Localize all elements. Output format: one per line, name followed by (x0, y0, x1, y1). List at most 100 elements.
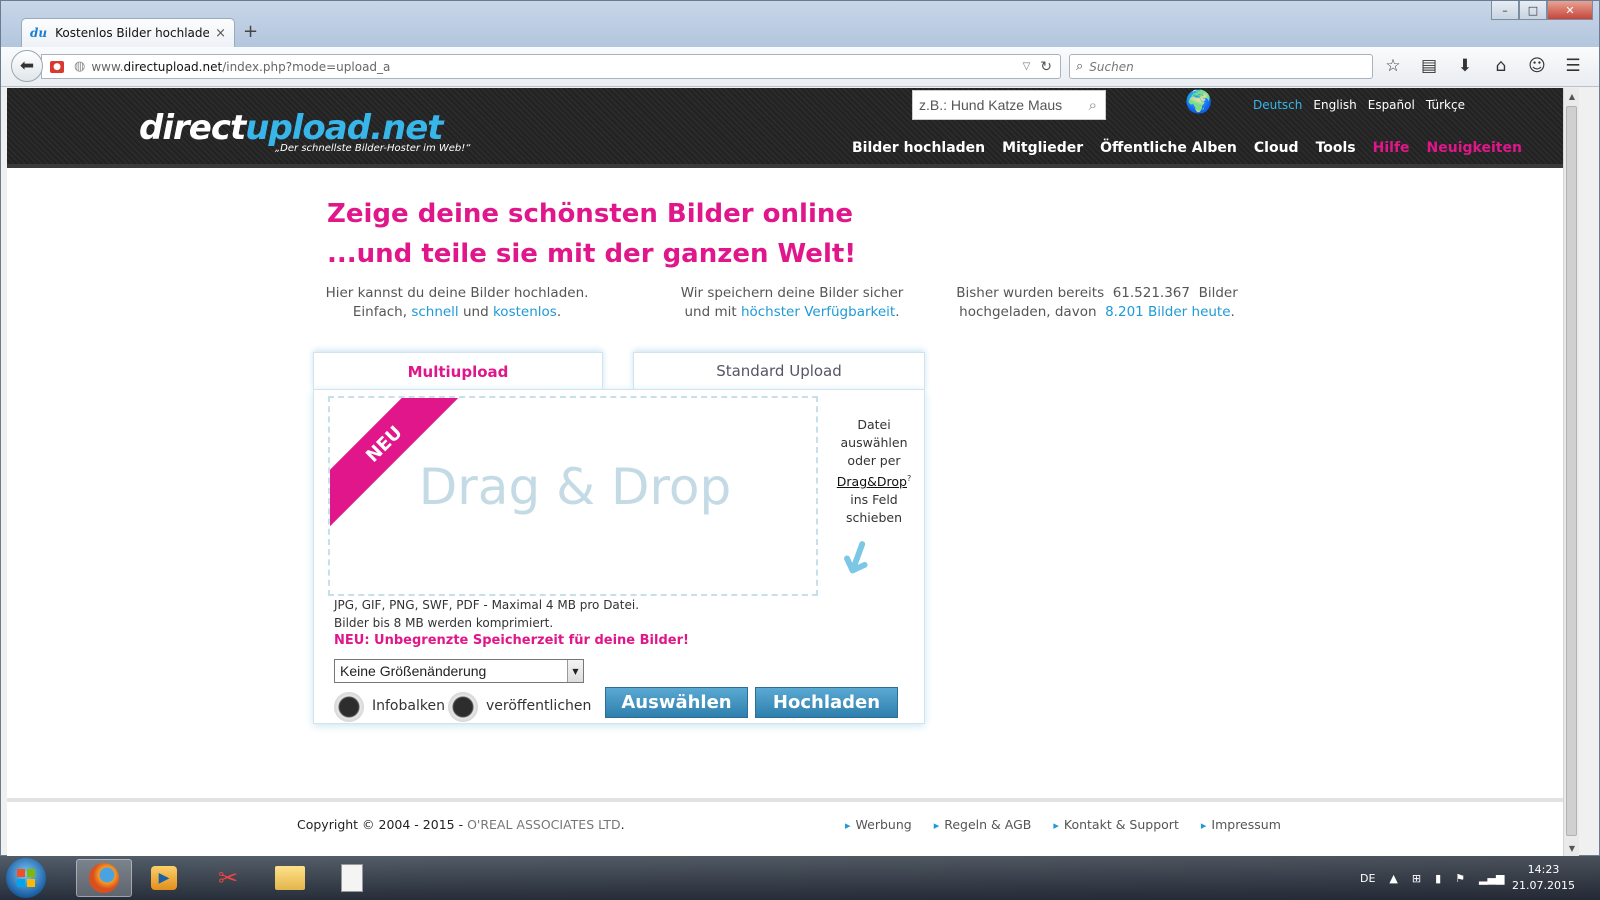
home-icon[interactable]: ⌂ (1491, 56, 1511, 76)
browser-search-input[interactable]: ⌕ Suchen (1069, 54, 1373, 79)
language-indicator[interactable]: DE (1360, 872, 1375, 885)
menu-icon[interactable]: ☰ (1563, 56, 1583, 76)
navigation-bar: ● ◍ www.directupload.net/index.php?mode=… (1, 47, 1599, 87)
taskbar-snipping-tool[interactable]: ✂ (200, 859, 256, 897)
browser-tab[interactable]: du Kostenlos Bilder hochladen... × (21, 18, 235, 47)
minimize-button[interactable]: – (1491, 1, 1519, 20)
site-logo[interactable]: directupload.net (139, 108, 444, 148)
arrow-left-icon: ⬅ (19, 56, 35, 76)
site-tagline: „Der schnellste Bilder-Hoster im Web!“ (275, 143, 471, 154)
nav-oeffentliche-alben[interactable]: Öffentliche Alben (1100, 140, 1237, 156)
lang-deutsch[interactable]: Deutsch (1253, 98, 1302, 112)
resize-select[interactable]: Keine Größenänderung ▼ (334, 659, 584, 683)
taskbar-document[interactable] (324, 859, 380, 897)
search-icon[interactable]: ⌕ (1089, 96, 1097, 114)
drag-drop-help-link[interactable]: Drag&Drop (837, 474, 907, 489)
format-info: JPG, GIF, PNG, SWF, PDF - Maximal 4 MB p… (334, 598, 640, 630)
footer-link-impressum[interactable]: Impressum (1201, 817, 1280, 832)
firefox-icon (89, 863, 119, 893)
taskbar-firefox[interactable] (76, 859, 132, 897)
world-map-icon: 🌍 (1185, 90, 1213, 115)
clock-date: 21.07.2015 (1512, 879, 1575, 892)
language-switcher: Deutsch English Español Türkçe (1253, 98, 1465, 112)
curved-arrow-icon: ➜ (824, 529, 892, 587)
site-header: directupload.net „Der schnellste Bilder-… (7, 88, 1563, 168)
close-tab-icon[interactable]: × (215, 26, 226, 41)
vertical-scrollbar[interactable]: ▲ ▼ (1563, 88, 1579, 856)
link-verfuegbarkeit[interactable]: höchster Verfügbarkeit (741, 304, 895, 320)
nav-cloud[interactable]: Cloud (1254, 140, 1299, 156)
info-column-1: Hier kannst du deine Bilder hochladen. E… (325, 285, 589, 320)
taskbar-media-player[interactable]: ▶ (136, 859, 192, 897)
chat-icon[interactable]: ☺ (1527, 56, 1547, 76)
search-icon: ⌕ (1076, 59, 1084, 74)
publish-toggle[interactable] (448, 692, 478, 722)
tab-bar: du Kostenlos Bilder hochladen... × + – □… (1, 1, 1599, 47)
media-player-icon: ▶ (151, 866, 177, 890)
close-window-button[interactable]: ✕ (1547, 1, 1593, 20)
nav-neuigkeiten[interactable]: Neuigkeiten (1427, 140, 1522, 156)
bookmark-star-icon[interactable]: ☆ (1383, 56, 1403, 76)
clock[interactable]: 14:23 21.07.2015 (1512, 862, 1575, 894)
url-dropdown-icon[interactable]: ▽ (1023, 61, 1031, 72)
start-button[interactable] (6, 858, 46, 898)
upload-panel: NEU Drag & Drop Datei auswählen oder per… (313, 389, 925, 724)
lang-english[interactable]: English (1313, 98, 1356, 112)
drop-zone[interactable]: NEU Drag & Drop (328, 396, 818, 596)
nav-mitglieder[interactable]: Mitglieder (1002, 140, 1083, 156)
tray-expand-icon[interactable]: ▲ (1389, 872, 1397, 885)
tab-multiupload[interactable]: Multiupload (313, 352, 603, 390)
scroll-down-icon[interactable]: ▼ (1564, 840, 1579, 856)
scroll-up-icon[interactable]: ▲ (1564, 88, 1579, 104)
publish-label: veröffentlichen (486, 698, 592, 714)
site-search-input[interactable]: z.B.: Hund Katze Maus ⌕ (912, 90, 1106, 120)
drop-hint: Datei auswählen oder per Drag&Drop? ins … (836, 417, 912, 526)
addon-icon[interactable]: ● (50, 60, 64, 73)
hero-title: Zeige deine schönsten Bilder online ...u… (327, 194, 856, 274)
back-button[interactable]: ⬅ (11, 50, 43, 82)
lang-turkce[interactable]: Türkçe (1426, 98, 1465, 112)
nav-hilfe[interactable]: Hilfe (1373, 140, 1410, 156)
footer-divider (7, 798, 1563, 802)
company-link[interactable]: O'REAL ASSOCIATES LTD (467, 817, 621, 832)
footer-link-regeln[interactable]: Regeln & AGB (934, 817, 1031, 832)
new-tab-button[interactable]: + (243, 21, 258, 42)
bookmarks-list-icon[interactable]: ▤ (1419, 56, 1439, 76)
url-bar[interactable]: ● ◍ www.directupload.net/index.php?mode=… (41, 54, 1061, 79)
select-files-button[interactable]: Auswählen (605, 687, 748, 718)
tab-title: Kostenlos Bilder hochladen... (55, 26, 210, 40)
document-icon (341, 864, 363, 892)
reload-icon[interactable]: ↻ (1040, 59, 1052, 75)
network-signal-icon[interactable]: ▂▄▆ (1479, 872, 1504, 885)
hero-line-2: ...und teile sie mit der ganzen Welt! (327, 239, 857, 269)
chevron-down-icon[interactable]: ▼ (567, 660, 583, 682)
upload-button[interactable]: Hochladen (755, 687, 898, 718)
nav-tools[interactable]: Tools (1316, 140, 1356, 156)
infobalken-toggle[interactable] (334, 692, 364, 722)
maximize-button[interactable]: □ (1519, 1, 1547, 20)
taskbar-explorer[interactable] (262, 859, 318, 897)
resize-select-value: Keine Größenänderung (340, 663, 487, 679)
action-center-icon[interactable]: ⚑ (1455, 872, 1465, 885)
footer-link-werbung[interactable]: Werbung (845, 817, 912, 832)
tab-standard-upload[interactable]: Standard Upload (633, 352, 925, 390)
info-column-3: Bisher wurden bereits 61.521.367 Bilder … (956, 285, 1238, 320)
nav-bilder-hochladen[interactable]: Bilder hochladen (852, 140, 985, 156)
page-viewport: directupload.net „Der schnellste Bilder-… (7, 88, 1579, 856)
window-controls: – □ ✕ (1491, 1, 1593, 20)
system-tray: DE ▲ ⊞ ▮ ⚑ ▂▄▆ (1360, 856, 1504, 900)
lang-espanol[interactable]: Español (1368, 98, 1415, 112)
link-schnell[interactable]: schnell (411, 304, 458, 320)
taskbar: ▶ ✂ DE ▲ ⊞ ▮ ⚑ ▂▄▆ 14:23 21.07.2015 (0, 856, 1600, 900)
unlimited-storage-notice: NEU: Unbegrenzte Speicherzeit für deine … (334, 633, 689, 648)
url-text[interactable]: www.directupload.net/index.php?mode=uplo… (91, 60, 1022, 74)
battery-icon[interactable]: ▮ (1435, 872, 1441, 885)
download-icon[interactable]: ⬇ (1455, 56, 1475, 76)
footer-link-kontakt[interactable]: Kontakt & Support (1053, 817, 1179, 832)
globe-icon[interactable]: ◍ (74, 59, 85, 74)
link-bilder-heute[interactable]: 8.201 Bilder heute (1105, 304, 1230, 320)
windows-flag-icon[interactable]: ⊞ (1412, 872, 1421, 885)
scrollbar-thumb[interactable] (1566, 106, 1577, 836)
toolbar-icons: ☆ ▤ ⬇ ⌂ ☺ ☰ (1383, 56, 1583, 76)
link-kostenlos[interactable]: kostenlos (493, 304, 557, 320)
